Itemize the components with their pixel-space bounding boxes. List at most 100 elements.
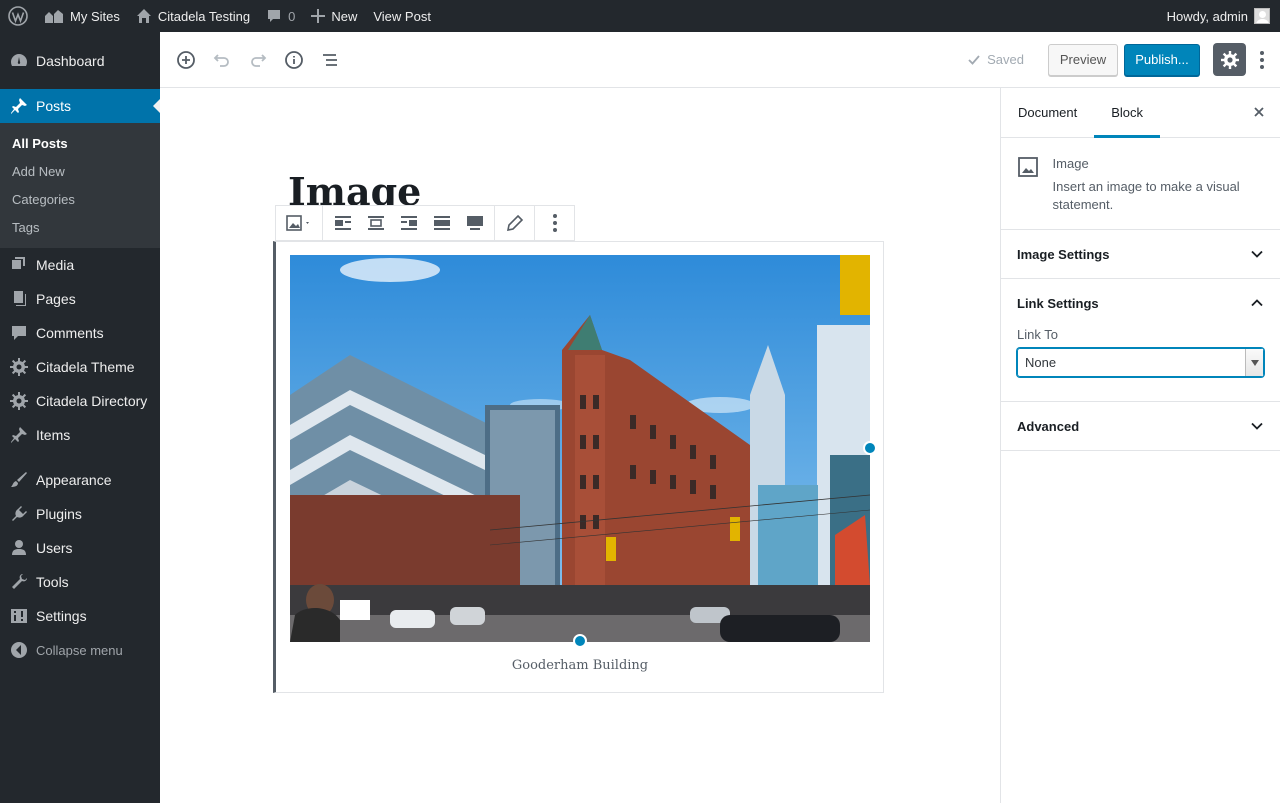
site-name-label: Citadela Testing <box>157 8 251 24</box>
align-right-button[interactable] <box>392 206 425 240</box>
image-settings-panel: Image Settings <box>1001 230 1280 279</box>
menu-item-posts[interactable]: Posts <box>0 89 160 123</box>
editor-canvas: Image Gooderham Building <box>160 88 1000 803</box>
block-navigation-button[interactable] <box>312 42 348 78</box>
menu-label-citadela-theme: Citadela Theme <box>36 359 135 375</box>
align-left-button[interactable] <box>326 206 359 240</box>
menu-item-media[interactable]: Media <box>0 248 160 282</box>
menu-item-plugins[interactable]: Plugins <box>0 497 160 531</box>
menu-item-settings[interactable]: Settings <box>0 599 160 633</box>
menu-label-tools: Tools <box>36 574 69 590</box>
menu-label-plugins: Plugins <box>36 506 82 522</box>
tab-document[interactable]: Document <box>1001 88 1094 138</box>
saved-status: Saved <box>967 52 1024 67</box>
undo-button[interactable] <box>204 42 240 78</box>
submenu-item-tags[interactable]: Tags <box>0 214 160 242</box>
menu-item-items[interactable]: Items <box>0 418 160 452</box>
admin-bar: My Sites Citadela Testing 0 New View Pos… <box>0 0 1280 32</box>
settings-toggle-button[interactable] <box>1213 43 1246 76</box>
city-photo-image <box>290 255 870 642</box>
menu-item-dashboard[interactable]: Dashboard <box>0 44 160 78</box>
block-card: Image Insert an image to make a visual s… <box>1001 138 1280 230</box>
block-name: Image <box>1052 156 1089 171</box>
settings-sidebar: Document Block Image Insert an image to … <box>1000 88 1280 803</box>
wide-width-icon <box>433 216 450 230</box>
preview-button[interactable]: Preview <box>1048 43 1118 76</box>
wide-width-button[interactable] <box>425 206 458 240</box>
edit-image-button[interactable] <box>498 206 531 240</box>
image-block-icon <box>286 215 309 231</box>
gear-icon <box>9 357 29 377</box>
my-sites-icon <box>45 10 63 23</box>
gear-icon <box>1220 50 1239 69</box>
block-description: Insert an image to make a visual stateme… <box>1052 179 1240 212</box>
list-icon <box>323 53 337 66</box>
menu-label-comments: Comments <box>36 325 104 341</box>
content-structure-button[interactable] <box>276 42 312 78</box>
full-width-button[interactable] <box>458 206 491 240</box>
close-sidebar-button[interactable] <box>1252 105 1266 122</box>
more-options-button[interactable] <box>1250 43 1274 76</box>
link-settings-toggle[interactable]: Link Settings <box>1001 279 1280 327</box>
menu-item-citadela-theme[interactable]: Citadela Theme <box>0 350 160 384</box>
link-settings-title: Link Settings <box>1017 295 1099 311</box>
posts-submenu: All Posts Add New Categories Tags <box>0 123 160 248</box>
collapse-menu-button[interactable]: Collapse menu <box>0 633 160 667</box>
wrench-icon <box>9 572 29 592</box>
chevron-down-icon <box>1251 250 1263 258</box>
editor-header-toolbar: Saved Preview Publish... <box>160 32 1280 88</box>
new-label: New <box>331 8 358 24</box>
menu-item-users[interactable]: Users <box>0 531 160 565</box>
advanced-toggle[interactable]: Advanced <box>1001 402 1280 450</box>
align-center-button[interactable] <box>359 206 392 240</box>
redo-icon <box>251 53 267 67</box>
menu-item-pages[interactable]: Pages <box>0 282 160 316</box>
menu-item-appearance[interactable]: Appearance <box>0 463 160 497</box>
my-sites-label: My Sites <box>70 8 120 24</box>
image-settings-toggle[interactable]: Image Settings <box>1001 230 1280 278</box>
sidebar-tabs: Document Block <box>1001 88 1280 138</box>
link-to-value: None <box>1025 355 1057 370</box>
image-settings-title: Image Settings <box>1017 246 1110 262</box>
block-more-options-button[interactable] <box>538 206 571 240</box>
new-content-menu[interactable]: New <box>303 0 365 32</box>
menu-label-users: Users <box>36 540 73 556</box>
check-icon <box>968 54 980 65</box>
align-left-icon <box>334 216 351 230</box>
comments-count: 0 <box>288 8 296 24</box>
saved-label: Saved <box>987 52 1024 67</box>
user-icon <box>9 538 29 558</box>
add-block-button[interactable] <box>168 42 204 78</box>
submenu-item-categories[interactable]: Categories <box>0 186 160 214</box>
pushpin-icon <box>9 96 29 116</box>
collapse-menu-label: Collapse menu <box>36 642 123 658</box>
home-icon <box>136 9 151 23</box>
vertical-ellipsis-icon <box>1260 50 1264 69</box>
publish-button[interactable]: Publish... <box>1124 43 1200 76</box>
comments-menu[interactable]: 0 <box>258 0 303 32</box>
submenu-item-add-new[interactable]: Add New <box>0 158 160 186</box>
resize-handle-right[interactable] <box>863 441 877 455</box>
comment-icon <box>268 10 281 22</box>
menu-item-tools[interactable]: Tools <box>0 565 160 599</box>
menu-label-pages: Pages <box>36 291 76 307</box>
advanced-panel: Advanced <box>1001 402 1280 451</box>
my-sites-menu[interactable]: My Sites <box>36 0 128 32</box>
image-caption[interactable]: Gooderham Building <box>290 658 870 673</box>
block-image[interactable] <box>290 255 870 642</box>
tab-block[interactable]: Block <box>1094 88 1161 138</box>
block-switcher-button[interactable] <box>279 206 319 240</box>
avatar <box>1254 8 1270 24</box>
wordpress-logo-icon[interactable] <box>0 0 36 32</box>
resize-handle-bottom[interactable] <box>573 634 587 648</box>
menu-item-comments[interactable]: Comments <box>0 316 160 350</box>
site-name-menu[interactable]: Citadela Testing <box>128 0 258 32</box>
link-to-select[interactable]: None <box>1017 348 1264 377</box>
pages-icon <box>9 289 29 309</box>
menu-item-citadela-directory[interactable]: Citadela Directory <box>0 384 160 418</box>
account-menu[interactable]: Howdy, admin <box>1167 8 1280 24</box>
submenu-item-all-posts[interactable]: All Posts <box>0 130 160 158</box>
redo-button[interactable] <box>240 42 276 78</box>
collapse-arrow-icon <box>9 640 29 660</box>
view-post-link[interactable]: View Post <box>365 0 439 32</box>
